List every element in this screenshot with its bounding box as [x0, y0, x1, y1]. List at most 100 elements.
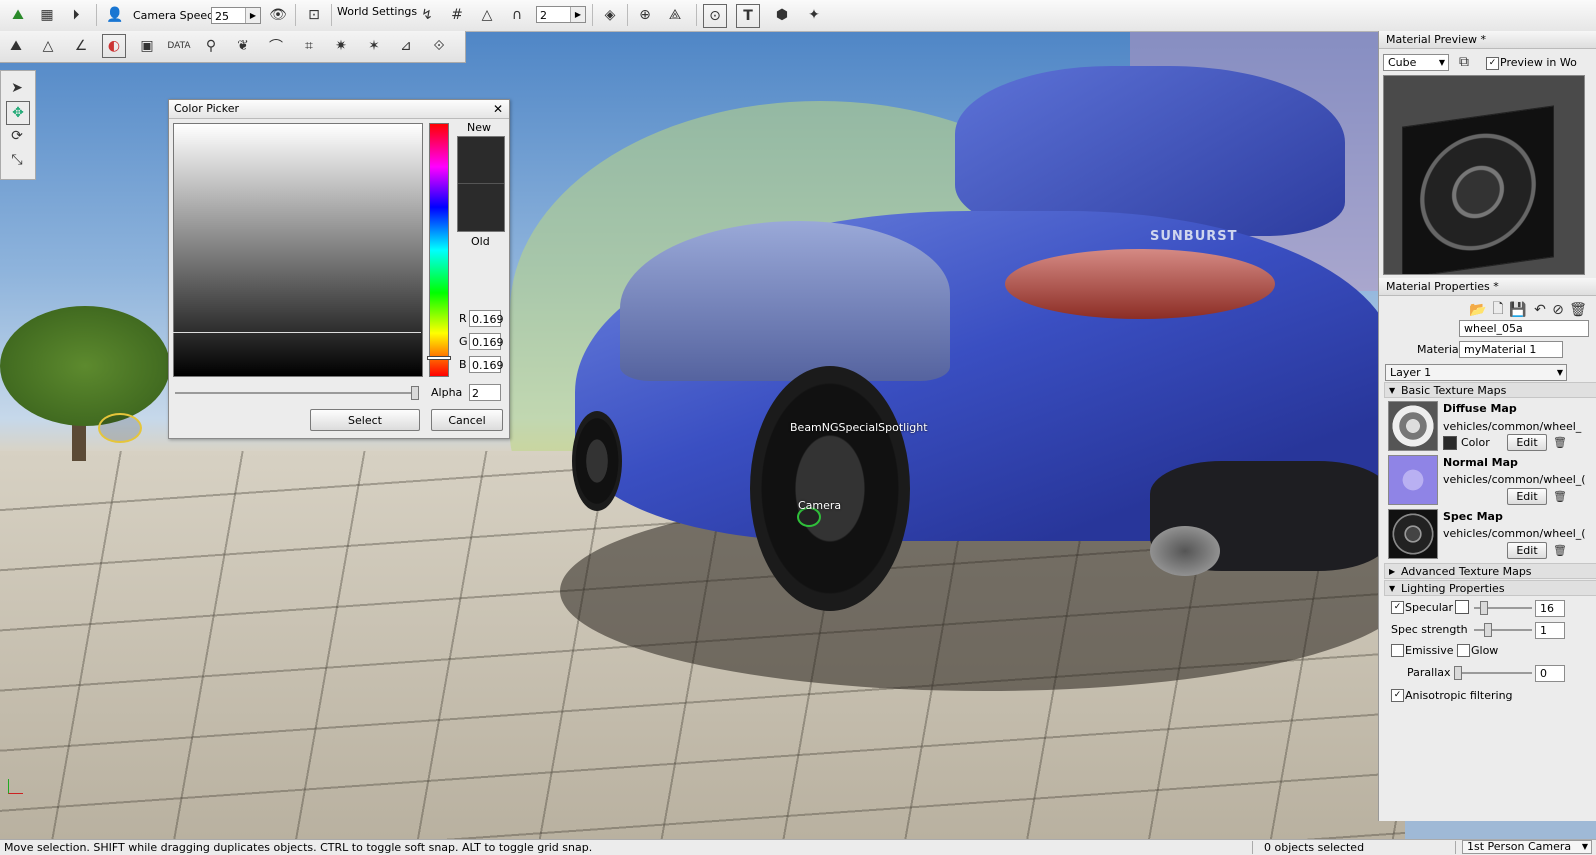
spec-thumbnail[interactable] — [1388, 509, 1438, 559]
close-icon[interactable]: ✕ — [493, 102, 503, 116]
material-editor-icon[interactable]: ◐ — [102, 34, 126, 58]
object-editor-icon[interactable]: ▣ — [136, 35, 158, 57]
play-icon[interactable]: ⏵ — [65, 4, 87, 26]
alpha-input[interactable]: 2 — [469, 384, 501, 401]
advanced-texture-maps-section[interactable]: ▶ Advanced Texture Maps — [1384, 563, 1596, 579]
object-bounds-icon[interactable]: ◈ — [599, 4, 621, 26]
decal-icon[interactable]: ⚲ — [200, 35, 222, 57]
camera-label[interactable]: Camera — [798, 499, 841, 512]
layer-select[interactable]: Layer 1 ▼ — [1385, 364, 1567, 381]
text-label-icon[interactable]: T — [736, 4, 760, 28]
parallax-slider[interactable] — [1454, 672, 1532, 674]
diffuse-thumbnail[interactable] — [1388, 401, 1438, 451]
normal-thumbnail[interactable] — [1388, 455, 1438, 505]
hue-slider[interactable] — [429, 123, 449, 377]
forest-icon[interactable]: ❦ — [232, 35, 254, 57]
camera-speed-value: 25 — [215, 10, 229, 23]
trash-icon[interactable]: 🗑 — [1549, 539, 1571, 561]
parallax-slider-knob[interactable] — [1454, 666, 1462, 680]
world-editor-icon[interactable]: ⛰ — [7, 4, 29, 26]
camera-speed-input[interactable]: 25 ▶ — [211, 7, 261, 24]
viewport-icon[interactable]: ⊡ — [303, 4, 325, 26]
material-preview-view[interactable] — [1383, 75, 1585, 275]
dialog-title[interactable]: Color Picker — [169, 100, 509, 119]
spec-strength-slider-knob[interactable] — [1484, 623, 1492, 637]
transform-tools: ➤ ✥ ⟳ ⤡ — [0, 70, 36, 180]
grid-icon[interactable]: # — [446, 4, 468, 26]
emissive-checkbox[interactable] — [1391, 644, 1404, 657]
delete-icon[interactable]: 🗑 — [1567, 299, 1589, 321]
terrain-painter-icon[interactable]: △ — [37, 35, 59, 57]
basic-texture-maps-section[interactable]: ▼ Basic Texture Maps — [1384, 382, 1596, 398]
mesh-road-icon[interactable]: ⌗ — [298, 35, 320, 57]
spec-strength-slider[interactable] — [1474, 629, 1532, 631]
copy-icon[interactable]: ⧉ — [1453, 51, 1475, 73]
spec-edit-button[interactable]: Edit — [1507, 542, 1547, 559]
clear-icon[interactable]: ⊘ — [1547, 299, 1569, 321]
chevron-right-icon[interactable]: ▶ — [245, 8, 260, 23]
spec-strength-input[interactable]: 1 — [1535, 622, 1565, 639]
grid-size-input[interactable]: 2 ▶ — [536, 6, 586, 23]
glow-checkbox[interactable] — [1457, 644, 1470, 657]
g-input[interactable]: 0.169 — [469, 333, 504, 350]
select-center-icon[interactable]: ⊙ — [703, 4, 727, 28]
preview-in-world-checkbox[interactable]: ✓ — [1486, 57, 1499, 70]
preview-shape-select[interactable]: Cube ▼ — [1383, 54, 1449, 71]
measure-icon[interactable]: ⟁ — [664, 4, 686, 26]
specular-color-swatch[interactable] — [1455, 600, 1469, 614]
snap-icon[interactable]: ↯ — [416, 4, 438, 26]
trash-icon[interactable]: 🗑 — [1549, 431, 1571, 453]
material-editor-panel: Material Preview * Cube ▼ ⧉ ✓ Preview in… — [1378, 31, 1596, 821]
toolbar-divider — [295, 4, 296, 26]
scale-gizmo-icon[interactable]: ⤡ — [6, 149, 28, 171]
b-input[interactable]: 0.169 — [469, 356, 504, 373]
anisotropic-checkbox[interactable]: ✓ — [1391, 689, 1404, 702]
camera-mode-select[interactable]: 1st Person Camera ▼ — [1462, 840, 1592, 854]
status-divider — [1252, 841, 1253, 854]
magnet-icon[interactable]: ∩ — [506, 4, 528, 26]
road-icon[interactable]: ⌒ — [265, 35, 287, 57]
saturation-value-field[interactable] — [173, 123, 423, 377]
cancel-button[interactable]: Cancel — [431, 409, 503, 431]
world-settings-button[interactable]: World Settings — [337, 5, 417, 18]
car-exhaust — [1150, 526, 1220, 576]
select-button[interactable]: Select — [310, 409, 420, 431]
open-folder-icon[interactable]: 📂 — [1467, 299, 1489, 321]
specular-checkbox[interactable]: ✓ — [1391, 601, 1404, 614]
save-icon[interactable]: 💾 — [1507, 299, 1529, 321]
material-name-field[interactable]: wheel_05a — [1459, 320, 1589, 337]
navmesh-icon[interactable]: ⊿ — [395, 35, 417, 57]
rotate-gizmo-icon[interactable]: ⟳ — [6, 125, 28, 147]
object-gizmo[interactable] — [98, 413, 142, 443]
diffuse-color-swatch[interactable] — [1443, 436, 1457, 450]
eye-icon[interactable]: 👁 — [267, 4, 289, 26]
new-file-icon[interactable]: 🗋 — [1487, 299, 1509, 321]
chevron-right-icon[interactable]: ▶ — [570, 7, 585, 22]
terrain-snap-icon[interactable]: △ — [476, 4, 498, 26]
normal-edit-button[interactable]: Edit — [1507, 488, 1547, 505]
particle-icon[interactable]: ✷ — [330, 35, 352, 57]
parallax-input[interactable]: 0 — [1535, 665, 1565, 682]
object-icon[interactable]: ⬢ — [771, 4, 793, 26]
spotlight-label[interactable]: BeamNGSpecialSpotlight — [790, 421, 928, 434]
convex-icon[interactable]: ⟐ — [428, 35, 450, 57]
material-field[interactable]: myMaterial 1 — [1459, 341, 1563, 358]
select-arrow-icon[interactable]: ➤ — [6, 77, 28, 99]
layout-icon[interactable]: ▦ — [36, 4, 58, 26]
diffuse-edit-button[interactable]: Edit — [1507, 434, 1547, 451]
r-input[interactable]: 0.169 — [469, 310, 504, 327]
lighting-properties-section[interactable]: ▼ Lighting Properties — [1384, 580, 1596, 596]
alpha-slider[interactable] — [175, 392, 419, 394]
specular-input[interactable]: 16 — [1535, 600, 1565, 617]
alpha-slider-knob[interactable] — [411, 386, 419, 400]
move-gizmo-icon[interactable]: ✥ — [6, 101, 30, 125]
datablock-icon[interactable]: DATA — [167, 35, 190, 57]
terrain-editor-icon[interactable]: ⛰ — [5, 35, 27, 57]
trash-icon[interactable]: 🗑 — [1549, 485, 1571, 507]
crosshair-icon[interactable]: ⊕ — [634, 4, 656, 26]
camera-person-icon[interactable]: 👤 — [104, 4, 126, 26]
specular-slider-knob[interactable] — [1480, 601, 1488, 615]
river-editor-icon[interactable]: ∠ — [70, 35, 92, 57]
shape-icon[interactable]: ✶ — [363, 35, 385, 57]
lighting-icon[interactable]: ✦ — [803, 4, 825, 26]
